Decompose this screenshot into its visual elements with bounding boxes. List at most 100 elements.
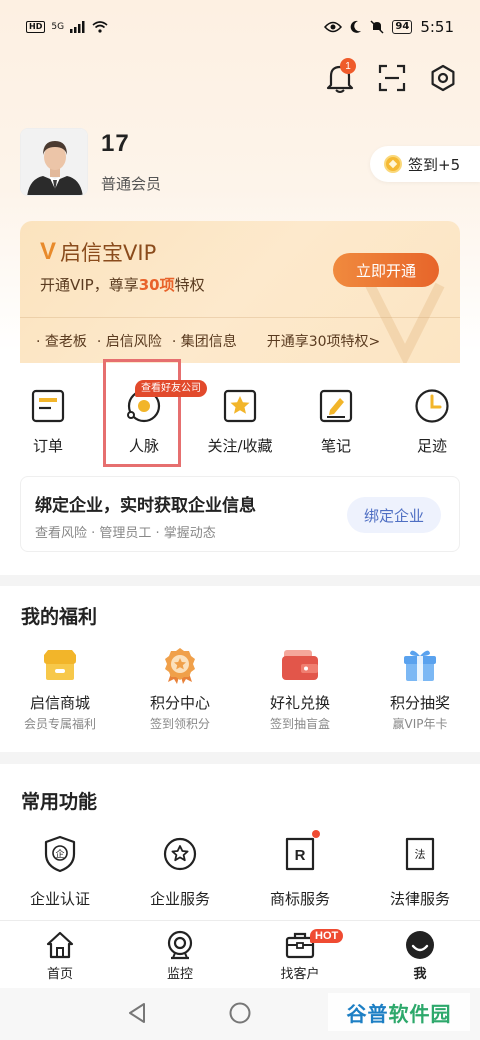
mute-icon [370,20,384,34]
quick-action-footprints[interactable]: 足迹 [384,388,480,456]
welfare-sub: 会员专属福利 [23,717,96,731]
user-portrait-icon [21,129,87,195]
quick-action-notes[interactable]: 笔记 [288,388,384,456]
wallet-icon [281,646,319,684]
back-icon[interactable] [127,1002,147,1024]
order-icon [30,388,66,424]
medal-icon [161,646,199,684]
bind-card-subtitle: 查看风险 · 管理员工 · 掌握动态 [35,526,216,541]
highlight-box [103,359,181,467]
star-icon [222,388,258,424]
shield-icon: 企 [40,834,80,874]
welfare-item-exchange[interactable]: 好礼兑换 签到抽盲盒 [240,646,360,732]
nav-item-monitor[interactable]: 监控 [120,921,240,988]
welfare-label: 启信商城 [29,694,90,712]
profile-icon [404,929,436,961]
quick-action-label: 笔记 [320,437,351,455]
camera-icon [164,929,196,961]
function-item-service[interactable]: 企业服务 [120,834,240,909]
bottom-navigation: 首页 监控 找客户 HOT 我 [0,920,480,988]
function-label: 企业服务 [149,890,210,908]
welfare-label: 积分抽奖 [389,694,450,712]
certification-glyph: 企 [55,848,64,860]
quick-action-order[interactable]: 订单 [0,388,96,456]
service-icon [160,834,200,874]
function-label: 商标服务 [269,890,330,908]
welfare-sub: 签到抽盲盒 [269,717,330,731]
quick-action-favorites[interactable]: 关注/收藏 [192,388,288,456]
common-functions-list: 企 企业认证 企业服务 R 商标服务 法 法律服务 [0,830,480,909]
law-glyph: 法 [415,847,426,861]
watermark: 谷普 软件园 [328,993,470,1031]
welfare-item-points[interactable]: 积分中心 签到领积分 [120,646,240,732]
nav-label: 找客户 [280,967,320,982]
welfare-title: 我的福利 [21,606,98,628]
law-icon: 法 [400,834,440,874]
scan-button[interactable] [374,60,410,96]
notification-badge: 1 [340,58,356,74]
home-icon [44,929,76,961]
avatar[interactable] [20,128,88,196]
quick-actions: 订单 人脉 关注/收藏 笔记 足迹 [0,388,480,456]
note-icon [318,388,354,424]
trademark-glyph: R [295,847,306,864]
common-functions-title: 常用功能 [21,791,98,813]
hd-indicator: HD [26,21,46,33]
quick-action-label: 关注/收藏 [207,437,273,455]
nav-item-me[interactable]: 我 [360,921,480,988]
network-type: 5G [51,21,65,32]
vip-features: · 查老板 · 启信风险 · 集团信息 开通享30项特权> [20,317,460,363]
scan-icon [378,64,406,92]
welfare-sub: 签到领积分 [149,717,210,731]
welfare-list: 启信商城 会员专属福利 积分中心 签到领积分 好礼兑换 签到抽盲盒 积分抽奖 赢… [0,646,480,732]
notification-button[interactable]: 1 [322,58,358,96]
vip-subtitle: 开通VIP，尊享30项特权 [40,276,205,294]
nav-label: 我 [413,967,427,982]
status-bar: HD 5G 94 5:51 [0,0,480,54]
quick-action-label: 足迹 [416,437,447,455]
welfare-item-shop[interactable]: 启信商城 会员专属福利 [0,646,120,732]
contacts-tag: 查看好友公司 [135,380,207,397]
trademark-icon: R [280,830,320,874]
clock-icon [414,388,450,424]
home-circle-icon[interactable] [229,1002,251,1024]
bind-card-title: 绑定企业，实时获取企业信息 [35,496,256,516]
function-label: 企业认证 [29,890,90,908]
function-label: 法律服务 [389,890,450,908]
function-item-trademark[interactable]: R 商标服务 [240,830,360,909]
vip-more-link[interactable]: 开通享30项特权> [267,331,381,351]
bind-enterprise-card[interactable]: 绑定企业，实时获取企业信息 查看风险 · 管理员工 · 掌握动态 绑定企业 [20,476,460,552]
signin-label: 签到+5 [408,155,461,174]
settings-hexagon-icon [431,64,455,92]
member-level: 普通会员 [101,175,162,193]
nav-item-find-customers[interactable]: 找客户 HOT [240,921,360,988]
vip-feature-item: · 启信风险 [96,333,162,350]
vip-feature-item: · 集团信息 [171,333,237,350]
moon-icon [351,20,362,33]
username: 17 [101,130,130,157]
watermark-part2: 软件园 [388,1001,452,1026]
quick-action-label: 订单 [32,437,63,455]
open-vip-button[interactable]: 立即开通 [333,253,439,287]
nav-label: 监控 [166,967,193,982]
wifi-icon [92,21,108,33]
vip-logo: V 启信宝VIP [40,237,156,267]
vip-feature-item: · 查老板 [36,333,87,350]
welfare-item-lottery[interactable]: 积分抽奖 赢VIP年卡 [360,646,480,732]
vip-logo-text: 启信宝VIP [60,241,157,265]
hot-badge: HOT [310,929,344,943]
new-dot [312,830,320,838]
bind-enterprise-button[interactable]: 绑定企业 [347,497,441,533]
function-item-certification[interactable]: 企 企业认证 [0,834,120,909]
signin-button[interactable]: 签到+5 [370,146,480,182]
gift-icon [401,646,439,684]
vip-card[interactable]: V 启信宝VIP 开通VIP，尊享30项特权 立即开通 · 查老板 · 启信风险… [20,221,460,363]
settings-button[interactable] [425,60,461,96]
function-item-law[interactable]: 法 法律服务 [360,834,480,909]
nav-label: 首页 [46,967,73,982]
coin-icon [384,155,402,173]
battery-level: 94 [392,20,413,34]
welfare-label: 积分中心 [149,694,210,712]
signal-icon [70,21,85,33]
nav-item-home[interactable]: 首页 [0,921,120,988]
